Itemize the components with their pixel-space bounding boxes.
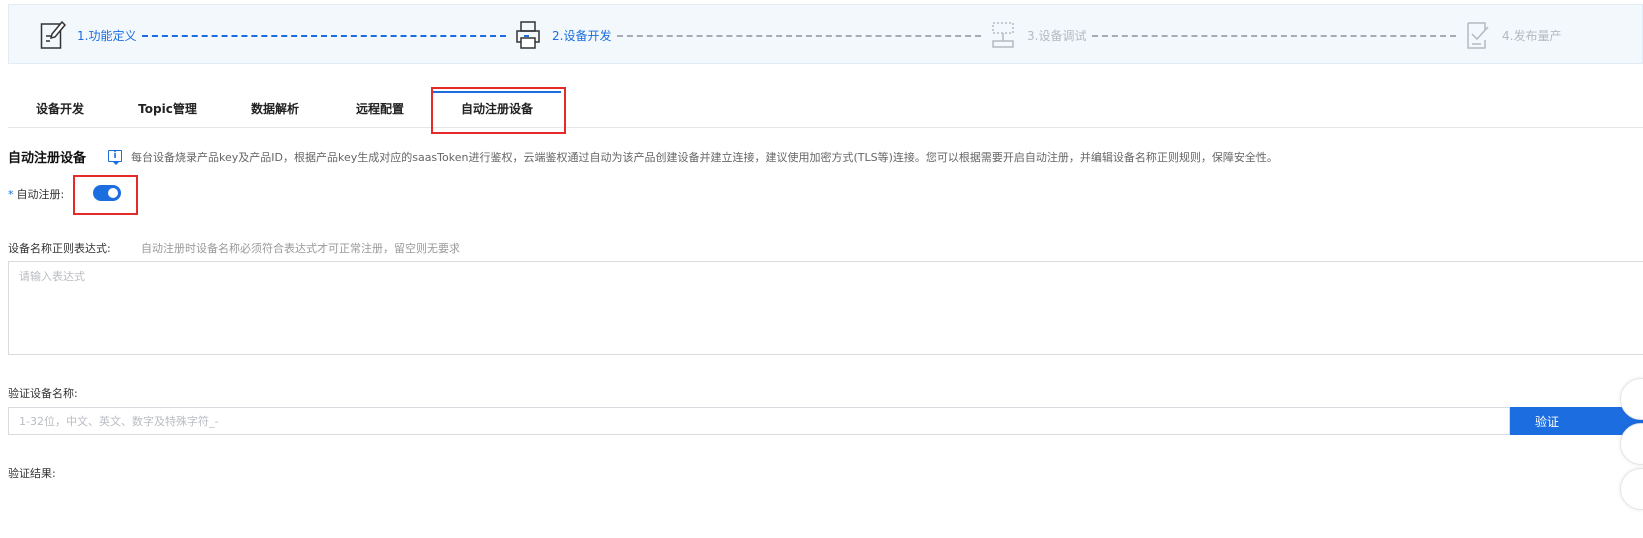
section-title: 自动注册设备 <box>8 151 87 166</box>
step-device-debug[interactable]: 3.设备调试 <box>989 5 1086 65</box>
regex-textarea[interactable] <box>8 261 1643 355</box>
printer-icon <box>514 19 542 51</box>
debug-icon <box>989 19 1017 51</box>
checklist-icon <box>1464 19 1492 51</box>
step-progress-bar: 1.功能定义 2.设备开发 3.设备调试 4.发布量产 <box>8 4 1643 64</box>
tab-data-parsing[interactable]: 数据解析 <box>223 88 327 127</box>
step-label: 1.功能定义 <box>77 28 137 43</box>
step-connector <box>142 35 506 37</box>
auto-register-toggle[interactable] <box>93 185 121 201</box>
verify-label: 验证设备名称: <box>8 387 78 400</box>
tab-topic-management[interactable]: Topic管理 <box>112 88 223 127</box>
auto-register-label: 自动注册: <box>16 188 65 201</box>
auto-register-row: * 自动注册: <box>8 186 64 202</box>
verify-device-name-input[interactable] <box>8 407 1510 435</box>
step-device-development[interactable]: 2.设备开发 <box>514 5 611 65</box>
step-connector <box>617 35 981 37</box>
tab-bar: 设备开发 Topic管理 数据解析 远程配置 自动注册设备 <box>8 88 1643 128</box>
step-label: 2.设备开发 <box>552 28 612 43</box>
toggle-knob <box>108 188 118 198</box>
step-function-definition[interactable]: 1.功能定义 <box>39 5 136 65</box>
info-icon: i <box>108 150 122 165</box>
step-label: 4.发布量产 <box>1502 28 1562 43</box>
step-label: 3.设备调试 <box>1027 28 1087 43</box>
verify-result-label: 验证结果: <box>8 467 56 480</box>
section-description: 每台设备烧录产品key及产品ID，根据产品key生成对应的saasToken进行… <box>131 151 1278 164</box>
required-mark: * <box>8 188 14 201</box>
tab-remote-config[interactable]: 远程配置 <box>327 88 433 127</box>
tab-auto-register-device[interactable]: 自动注册设备 <box>433 88 561 127</box>
step-release-production[interactable]: 4.发布量产 <box>1464 5 1561 65</box>
edit-doc-icon <box>39 19 67 51</box>
regex-hint: 自动注册时设备名称必须符合表达式才可正常注册，留空则无要求 <box>141 242 460 255</box>
tab-device-development[interactable]: 设备开发 <box>8 88 112 127</box>
floating-action-button[interactable] <box>1620 468 1643 510</box>
step-connector <box>1092 35 1456 37</box>
regex-label: 设备名称正则表达式: <box>8 242 111 255</box>
